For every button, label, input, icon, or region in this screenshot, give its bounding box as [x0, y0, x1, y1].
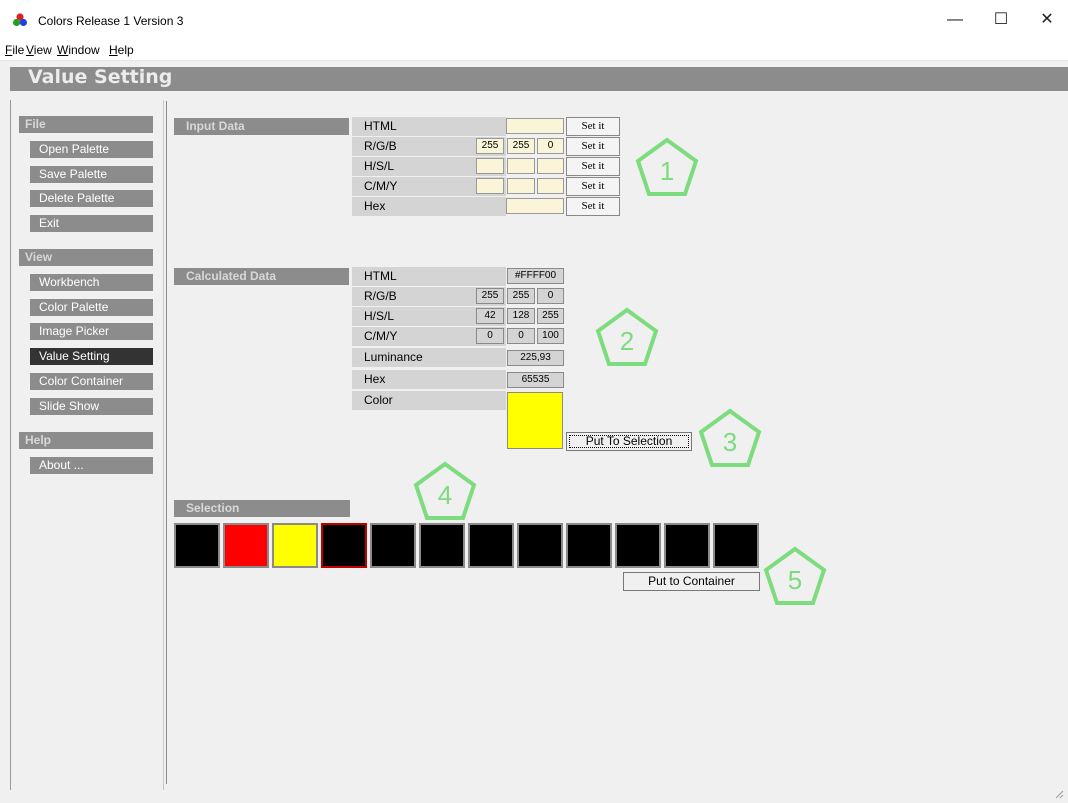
selection-swatch[interactable] — [419, 523, 465, 568]
minimize-button[interactable]: — — [932, 0, 978, 40]
resize-grip-icon[interactable] — [1054, 789, 1064, 799]
badge-5: 5 — [763, 546, 827, 605]
content-divider — [166, 101, 167, 784]
window-title: Colors Release 1 Version 3 — [38, 14, 184, 28]
set-cmy-button[interactable]: Set it — [566, 177, 620, 196]
calc-g-value: 255 — [507, 288, 535, 304]
sidebar-item-workbench[interactable]: Workbench — [30, 274, 153, 291]
menu-help[interactable]: Help — [109, 43, 134, 57]
badge-3: 3 — [698, 408, 762, 467]
selection-swatch[interactable] — [223, 523, 269, 568]
set-html-button[interactable]: Set it — [566, 117, 620, 136]
sidebar-item-slide-show[interactable]: Slide Show — [30, 398, 153, 415]
calc-row-label: Color — [352, 391, 506, 410]
sidebar-header-help: Help — [19, 432, 153, 449]
input-b-field[interactable]: 0 — [537, 138, 564, 154]
calc-html-value: #FFFF00 — [507, 268, 564, 284]
menu-view[interactable]: View — [26, 43, 52, 57]
badge-number: 1 — [660, 156, 674, 186]
close-icon: ✕ — [1040, 11, 1054, 28]
input-y-field[interactable] — [537, 178, 564, 194]
page-title: Value Setting — [28, 66, 173, 88]
calc-row-label: Luminance — [352, 348, 506, 367]
sidebar-header-file: File — [19, 116, 153, 133]
sidebar-item-exit[interactable]: Exit — [30, 215, 153, 232]
calc-s-value: 128 — [507, 308, 535, 324]
badge-number: 4 — [438, 480, 452, 510]
selection-header: Selection — [174, 500, 350, 517]
calc-m-value: 0 — [507, 328, 535, 344]
sidebar-item-image-picker[interactable]: Image Picker — [30, 323, 153, 340]
calc-c-value: 0 — [476, 328, 504, 344]
calc-hex-value: 65535 — [507, 372, 564, 388]
sidebar-item-color-container[interactable]: Color Container — [30, 373, 153, 390]
calc-y-value: 100 — [537, 328, 564, 344]
set-hsl-button[interactable]: Set it — [566, 157, 620, 176]
set-hex-button[interactable]: Set it — [566, 197, 620, 216]
calc-b-value: 0 — [537, 288, 564, 304]
minimize-icon: — — [947, 11, 963, 28]
menu-file[interactable]: File — [5, 43, 24, 57]
close-button[interactable]: ✕ — [1024, 0, 1068, 40]
selection-swatch[interactable] — [517, 523, 563, 568]
put-to-selection-button[interactable]: Put To Selection — [566, 432, 692, 451]
badge-number: 5 — [788, 565, 802, 595]
menu-bar: File View Window Help — [0, 40, 1068, 61]
input-hex-field[interactable] — [506, 198, 564, 214]
calc-row-label: HTML — [352, 267, 506, 286]
calc-h-value: 42 — [476, 308, 504, 324]
selection-swatch[interactable] — [615, 523, 661, 568]
sidebar-item-save-palette[interactable]: Save Palette — [30, 166, 153, 183]
selection-swatch[interactable] — [664, 523, 710, 568]
title-bar: Colors Release 1 Version 3 — ☐ ✕ — [0, 0, 1068, 40]
maximize-icon: ☐ — [993, 11, 1009, 28]
selection-swatch[interactable] — [174, 523, 220, 568]
badge-number: 2 — [620, 326, 634, 356]
sidebar-item-about[interactable]: About ... — [30, 457, 153, 474]
input-data-header: Input Data — [174, 118, 349, 135]
selection-swatch[interactable] — [713, 523, 759, 568]
menu-window[interactable]: Window — [57, 43, 100, 57]
badge-number: 3 — [723, 427, 737, 457]
selection-swatch[interactable] — [272, 523, 318, 568]
sidebar-item-value-setting[interactable]: Value Setting — [30, 348, 153, 365]
color-dots-icon — [13, 13, 27, 27]
put-to-container-button[interactable]: Put to Container — [623, 572, 760, 591]
input-l-field[interactable] — [537, 158, 564, 174]
calc-r-value: 255 — [476, 288, 504, 304]
badge-4: 4 — [413, 461, 477, 520]
color-preview — [507, 392, 563, 449]
selection-swatch[interactable] — [321, 523, 367, 568]
sidebar-item-open-palette[interactable]: Open Palette — [30, 141, 153, 158]
input-m-field[interactable] — [507, 178, 535, 194]
sidebar-header-view: View — [19, 249, 153, 266]
calc-luminance-value: 225,93 — [507, 350, 564, 366]
maximize-button[interactable]: ☐ — [978, 0, 1024, 40]
badge-2: 2 — [595, 307, 659, 366]
input-html-field[interactable] — [506, 118, 564, 134]
badge-1: 1 — [635, 137, 699, 196]
calculated-data-header: Calculated Data — [174, 268, 349, 285]
selection-swatch[interactable] — [370, 523, 416, 568]
input-s-field[interactable] — [507, 158, 535, 174]
calc-l-value: 255 — [537, 308, 564, 324]
selection-swatch[interactable] — [566, 523, 612, 568]
input-row-label: Hex — [352, 197, 506, 216]
calc-row-label: Hex — [352, 370, 506, 389]
input-row-label: HTML — [352, 117, 506, 136]
sidebar-item-delete-palette[interactable]: Delete Palette — [30, 190, 153, 207]
input-r-field[interactable]: 255 — [476, 138, 504, 154]
sidebar-item-color-palette[interactable]: Color Palette — [30, 299, 153, 316]
input-h-field[interactable] — [476, 158, 504, 174]
set-rgb-button[interactable]: Set it — [566, 137, 620, 156]
input-c-field[interactable] — [476, 178, 504, 194]
input-g-field[interactable]: 255 — [507, 138, 535, 154]
selection-swatch[interactable] — [468, 523, 514, 568]
